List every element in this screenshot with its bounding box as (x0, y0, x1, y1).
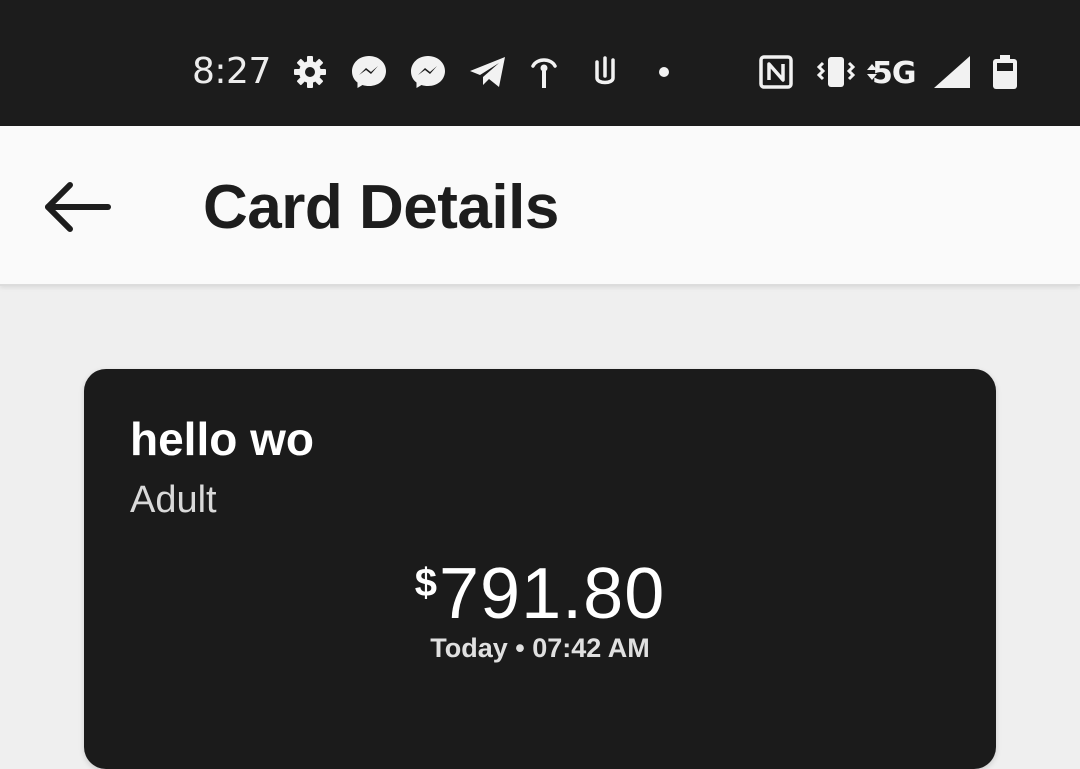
status-time: 8:27 (192, 51, 271, 92)
messenger-icon (350, 54, 388, 90)
card-type: Adult (130, 479, 217, 521)
status-bar: 8:27 5G (0, 0, 1080, 126)
gear-icon (292, 54, 328, 90)
balance-timestamp: Today • 07:42 AM (430, 633, 650, 663)
messenger-icon (409, 54, 447, 90)
vibrate-icon (816, 54, 856, 90)
nfc-icon (758, 54, 794, 90)
signal-icon (932, 54, 972, 90)
clip-icon (592, 54, 618, 90)
battery-icon (990, 54, 1020, 90)
telegram-icon (468, 54, 508, 90)
currency-symbol: $ (414, 561, 438, 605)
back-button[interactable] (36, 172, 120, 242)
transit-card[interactable]: hello wo Adult $791.80 Today • 07:42 AM (84, 369, 996, 769)
app-bar: Card Details (0, 126, 1080, 286)
network-type: 5G (872, 56, 916, 91)
dot-icon (656, 54, 672, 90)
card-name: hello wo (130, 413, 314, 465)
page-title: Card Details (203, 173, 559, 242)
hotspot-icon (529, 54, 559, 90)
balance-amount: 791.80 (439, 554, 666, 634)
back-arrow-icon (36, 172, 120, 246)
card-balance: $791.80 (84, 551, 996, 637)
